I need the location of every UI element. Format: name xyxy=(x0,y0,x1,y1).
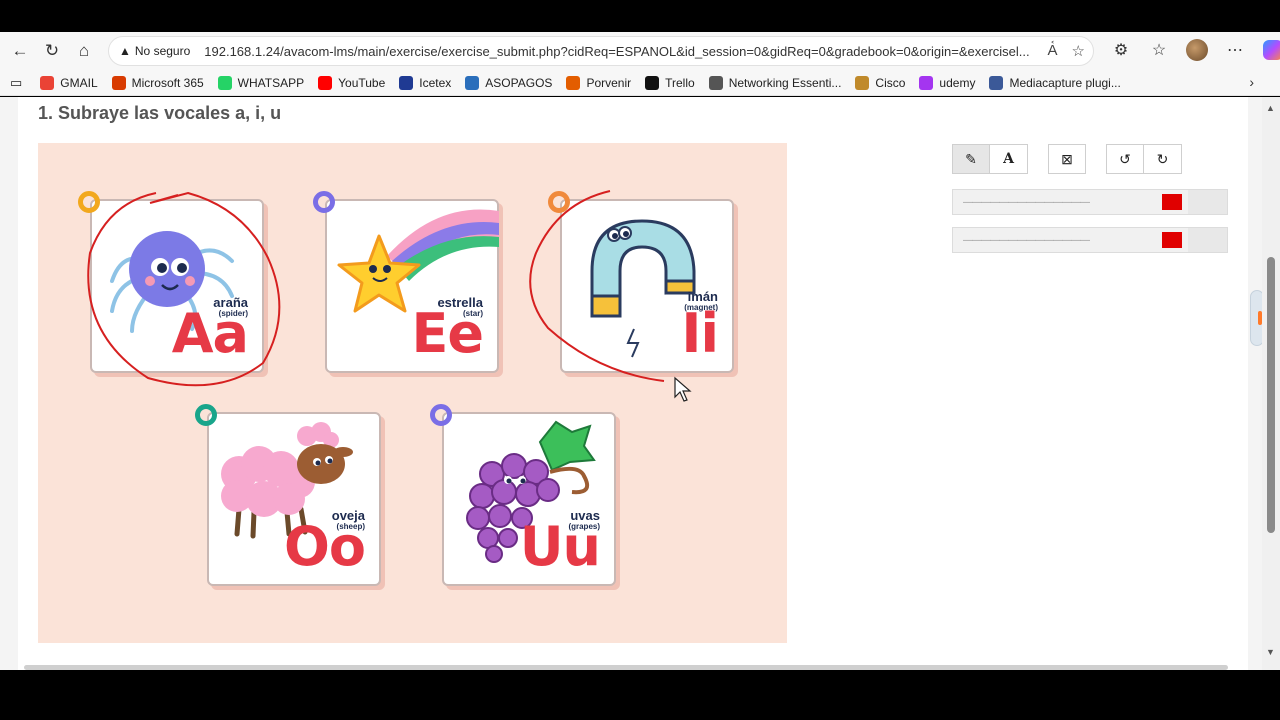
bookmark-label: Networking Essenti... xyxy=(728,75,842,90)
bookmark-item[interactable]: WHATSAPP xyxy=(217,75,305,90)
read-aloud-icon[interactable]: A᷾ xyxy=(1048,42,1058,60)
bookmark-label: Trello xyxy=(665,75,695,90)
pencil-icon[interactable]: ✎ xyxy=(952,144,990,174)
stroke-color-swatch[interactable] xyxy=(1161,194,1182,210)
card-letters: Aa xyxy=(171,302,249,365)
bookmark-favicon-icon xyxy=(111,75,126,90)
bookmark-favicon-icon xyxy=(318,75,333,90)
bookmark-favicon-icon xyxy=(217,75,232,90)
redo-icon[interactable]: ↻ xyxy=(1144,144,1182,174)
screen-bottom-border xyxy=(0,670,1280,720)
avatar[interactable] xyxy=(1182,35,1212,65)
more-menu-icon[interactable]: ⋯ xyxy=(1220,35,1250,65)
screen-top-border xyxy=(0,0,1280,32)
text-icon[interactable]: A xyxy=(990,144,1028,174)
bookmark-label: ASOPAGOS xyxy=(485,75,553,90)
card-letters: Uu xyxy=(519,515,601,578)
browser-address-bar: ← ↻ ⌂ ▲ No seguro 192.168.1.24/avacom-lm… xyxy=(0,32,1280,70)
bookmark-label: Icetex xyxy=(419,75,452,90)
bookmark-label: Porvenir xyxy=(586,75,632,90)
url-text[interactable]: 192.168.1.24/avacom-lms/main/exercise/ex… xyxy=(204,44,1034,59)
page-viewport: 1. Subraye las vocales a, i, u araña (sp… xyxy=(0,97,1262,670)
drawing-toolbar: ✎ A ⊠ ↺ ↻ xyxy=(952,144,1182,174)
exercise-page: 1. Subraye las vocales a, i, u araña (sp… xyxy=(18,97,1248,670)
scroll-up-icon[interactable]: ▲ xyxy=(1266,103,1275,113)
bookmark-item[interactable]: Porvenir xyxy=(566,75,632,90)
line-width-selector[interactable]: —————————————— xyxy=(963,197,1156,208)
question-title: 1. Subraye las vocales a, i, u xyxy=(38,103,282,123)
bookmark-label: Cisco xyxy=(875,75,906,90)
settings-spacer xyxy=(1187,190,1227,214)
bookmark-favicon-icon xyxy=(645,75,660,90)
bookmark-label: udemy xyxy=(939,75,976,90)
bookmarks-bar: ▭ GMAIL Microsoft 365 WHATSAPP YouTube Icete… xyxy=(0,70,1280,96)
scrollbar-thumb[interactable] xyxy=(1267,257,1275,533)
vertical-scrollbar[interactable]: ▲ ▼ xyxy=(1262,97,1280,670)
text-settings-row[interactable]: —————————————— xyxy=(952,227,1228,253)
card-magnet: imán (magnet) Ii xyxy=(548,191,734,373)
copilot-icon[interactable] xyxy=(1258,35,1280,65)
bookmark-label: Microsoft 365 xyxy=(131,75,204,90)
favorites-icon[interactable]: ☆ xyxy=(1144,35,1174,65)
font-size-selector[interactable]: —————————————— xyxy=(963,235,1156,246)
bookmark-favicon-icon xyxy=(855,75,870,90)
bookmark-favicon-icon xyxy=(399,75,414,90)
bookmark-favicon-icon xyxy=(708,75,723,90)
card-star: estrella (star) Ee xyxy=(313,191,499,373)
bookmark-item[interactable]: GMAIL xyxy=(40,75,98,90)
bookmark-label: GMAIL xyxy=(60,75,98,90)
bookmark-item[interactable]: Networking Essenti... xyxy=(708,75,842,90)
bookmark-label: WHATSAPP xyxy=(237,75,305,90)
scroll-down-icon[interactable]: ▼ xyxy=(1266,647,1275,657)
favorite-star-icon[interactable]: ☆ xyxy=(1072,42,1085,60)
bookmark-favicon-icon xyxy=(919,75,934,90)
bookmark-favicon-icon xyxy=(465,75,480,90)
card-letters: Oo xyxy=(283,515,366,578)
back-icon[interactable]: ← xyxy=(4,35,36,67)
url-field[interactable]: ▲ No seguro 192.168.1.24/avacom-lms/main… xyxy=(108,36,1094,66)
bookmark-favicon-icon xyxy=(40,75,55,90)
card-spider: araña (spider) Aa xyxy=(78,191,264,373)
refresh-icon[interactable]: ↻ xyxy=(36,35,68,67)
settings-spacer xyxy=(1187,228,1227,252)
chevron-right-icon[interactable]: › xyxy=(1249,74,1254,90)
bookmark-favicon-icon xyxy=(989,75,1004,90)
undo-icon[interactable]: ↺ xyxy=(1106,144,1144,174)
bookmark-item[interactable]: Microsoft 365 xyxy=(111,75,204,90)
tab-actions-icon[interactable]: ▭ xyxy=(10,75,22,91)
extensions-icon[interactable]: ⚙ xyxy=(1106,35,1136,65)
bookmark-item[interactable]: Icetex xyxy=(399,75,452,90)
stroke-settings-row[interactable]: —————————————— xyxy=(952,189,1228,215)
home-icon[interactable]: ⌂ xyxy=(68,35,100,67)
card-sheep: oveja (sheep) Oo xyxy=(195,404,381,586)
bookmark-item[interactable]: Cisco xyxy=(855,75,906,90)
card-letters: Ii xyxy=(681,302,719,365)
security-status[interactable]: No seguro xyxy=(135,44,190,58)
bookmark-label: YouTube xyxy=(338,75,386,90)
bookmark-label: Mediacapture plugi... xyxy=(1009,75,1121,90)
bookmark-item[interactable]: Trello xyxy=(645,75,695,90)
text-color-swatch[interactable] xyxy=(1161,232,1182,248)
bookmark-favicon-icon xyxy=(566,75,581,90)
warning-triangle-icon[interactable]: ▲ xyxy=(119,44,131,58)
bookmark-item[interactable]: Mediacapture plugi... xyxy=(989,75,1121,90)
clear-icon[interactable]: ⊠ xyxy=(1048,144,1086,174)
drawing-canvas[interactable]: araña (spider) Aa estrella (star) Ee imá… xyxy=(38,143,787,643)
bookmark-item[interactable]: YouTube xyxy=(318,75,386,90)
card-grapes: uvas (grapes) Uu xyxy=(430,404,616,586)
bookmark-item[interactable]: ASOPAGOS xyxy=(465,75,553,90)
card-letters: Ee xyxy=(411,302,484,365)
bookmark-item[interactable]: udemy xyxy=(919,75,976,90)
